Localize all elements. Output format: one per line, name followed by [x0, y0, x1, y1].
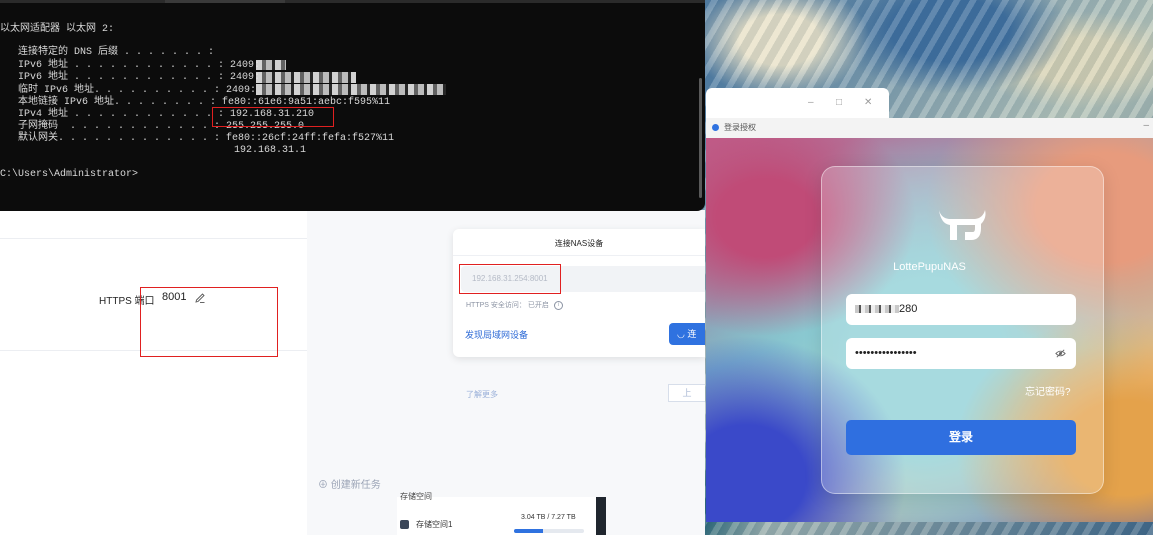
create-task-button[interactable]: ⊕ 创建新任务 — [318, 476, 381, 491]
redacted-text — [256, 84, 446, 95]
info-icon[interactable]: i — [553, 300, 563, 310]
terminal-line: IPv6 地址 . . . . . . . . . . . . : 2409: — [0, 60, 261, 71]
nas-settings-pane — [0, 210, 307, 535]
create-task-label: 创建新任务 — [330, 480, 381, 491]
connect-button-label: 连 — [687, 329, 697, 339]
terminal-line: 连接特定的 DNS 后缀 . . . . . . . : — [0, 47, 215, 58]
password-value: •••••••••••••••• — [855, 347, 917, 359]
maximize-icon[interactable]: □ — [836, 97, 842, 108]
app-icon — [712, 124, 719, 131]
discover-lan-devices-link[interactable]: 发现局域网设备 — [465, 328, 528, 341]
terminal-line: 192.168.31.1 — [0, 145, 307, 156]
command-prompt-window[interactable]: 以太网适配器 以太网 2: 连接特定的 DNS 后缀 . . . . . . .… — [0, 0, 705, 211]
storage-section-title: 存储空间 — [400, 492, 432, 501]
redacted-text — [855, 305, 899, 314]
terminal-line: 默认网关. . . . . . . . . . . . . : fe80::26… — [0, 133, 395, 144]
storage-usage-fill — [514, 529, 544, 533]
login-window-title: 登录授权 — [724, 123, 756, 132]
password-input[interactable]: •••••••••••••••• — [846, 338, 1076, 369]
terminal-line: IPv6 地址 . . . . . . . . . . . . : 2409: — [0, 72, 261, 83]
redacted-text — [256, 72, 356, 83]
terminal-scrollbar[interactable] — [699, 78, 702, 198]
login-window: 登录授权 – LottePupuNAS 280 ••••••••••••••••… — [706, 118, 1153, 522]
https-access-label: HTTPS 安全访问： — [466, 302, 526, 309]
storage-usage-bar — [514, 529, 584, 533]
loading-spinner-icon: ◡ — [677, 329, 685, 339]
login-titlebar: 登录授权 – — [706, 118, 1153, 138]
previous-button[interactable]: 上 — [668, 384, 705, 402]
terminal-tab-bar — [0, 0, 705, 3]
login-button[interactable]: 登录 — [846, 420, 1076, 455]
highlight-box-address — [459, 264, 561, 294]
forgot-password-link[interactable]: 忘记密码? — [1025, 383, 1071, 398]
plus-circle-icon: ⊕ — [318, 480, 328, 491]
https-access-value: 已开启 — [527, 302, 549, 309]
redacted-text — [256, 60, 286, 70]
https-access-status: HTTPS 安全访问： 已开启 i — [466, 300, 563, 310]
username-input[interactable]: 280 — [846, 294, 1076, 325]
brand-name: LottePupuNAS — [893, 261, 966, 273]
minimize-icon[interactable]: – — [1143, 120, 1149, 131]
highlight-box-ipv4 — [212, 107, 334, 127]
taskbar-strip — [596, 497, 606, 535]
close-icon[interactable]: ✕ — [864, 97, 872, 108]
highlight-box-port — [140, 287, 278, 357]
learn-more-link[interactable]: 了解更多 — [466, 389, 498, 400]
storage-capacity: 3.04 TB / 7.27 TB — [521, 514, 576, 521]
minimize-icon[interactable]: – — [808, 97, 814, 108]
divider — [453, 255, 705, 256]
username-value: 280 — [899, 303, 918, 315]
eye-off-icon[interactable] — [1055, 348, 1066, 359]
divider — [0, 238, 307, 239]
background-window — [706, 88, 889, 120]
terminal-line: 临时 IPv6 地址. . . . . . . . . . : 2409: — [0, 85, 257, 96]
connect-button[interactable]: ◡ 连 — [669, 323, 705, 345]
terminal-prompt[interactable]: C:\Users\Administrator> — [0, 169, 138, 180]
storage-item-label[interactable]: 存储空间1 — [416, 519, 452, 530]
dialog-title: 连接NAS设备 — [554, 239, 604, 248]
storage-pool-icon — [400, 520, 409, 529]
bull-logo-icon — [939, 210, 986, 240]
terminal-line: 以太网适配器 以太网 2: — [0, 24, 115, 35]
